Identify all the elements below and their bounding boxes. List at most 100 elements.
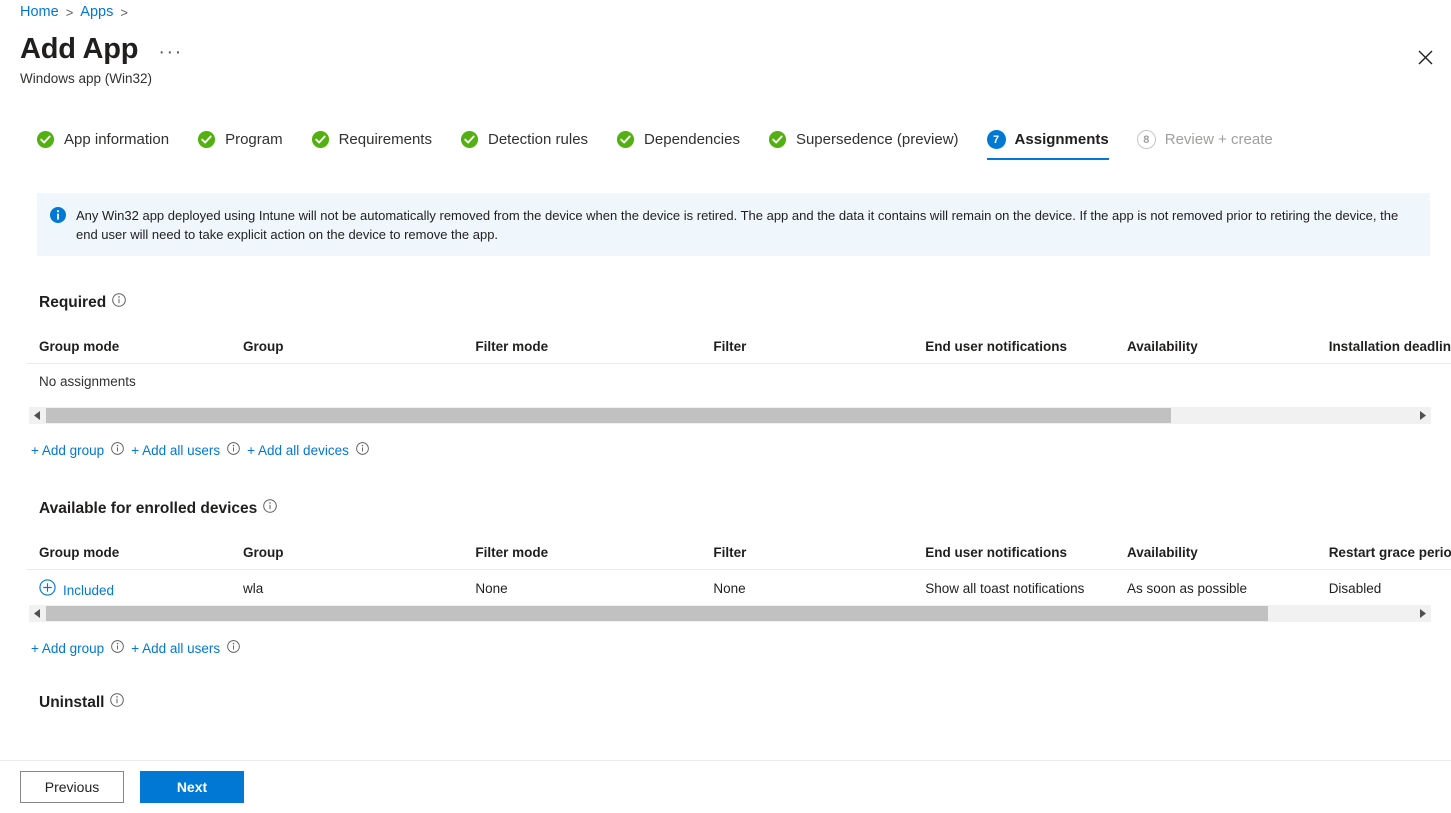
- info-icon[interactable]: [110, 693, 125, 712]
- tab-label: Supersedence (preview): [795, 131, 959, 148]
- step-number-badge: 8: [1136, 130, 1156, 149]
- scroll-right-arrow-icon[interactable]: [1414, 407, 1431, 424]
- cell-restart-grace-period[interactable]: Disabled: [1316, 569, 1451, 605]
- available-add-links: + Add group + Add all users: [0, 640, 1451, 656]
- check-circle-icon: [36, 130, 55, 149]
- tab-label: Program: [225, 131, 283, 148]
- info-icon[interactable]: [356, 442, 369, 458]
- page-title-row: Add App ···: [20, 32, 187, 66]
- info-icon[interactable]: [111, 640, 125, 656]
- column-header[interactable]: Installation deadline: [1316, 333, 1451, 364]
- tab-requirements[interactable]: Requirements: [297, 130, 446, 160]
- group-mode-label: Included: [63, 582, 115, 598]
- column-header[interactable]: Group: [231, 333, 464, 364]
- scroll-left-arrow-icon[interactable]: [29, 407, 46, 424]
- scroll-left-arrow-icon[interactable]: [29, 605, 46, 622]
- tab-supersedence[interactable]: Supersedence (preview): [754, 130, 973, 160]
- assignments-scroll-area[interactable]: Required Group mode Group Filter mode Fi…: [0, 275, 1451, 760]
- info-banner-text: Any Win32 app deployed using Intune will…: [76, 208, 1399, 242]
- tab-assignments[interactable]: 7 Assignments: [973, 130, 1123, 160]
- add-all-users-link[interactable]: + Add all users: [131, 641, 220, 656]
- required-horizontal-scrollbar[interactable]: [29, 407, 1431, 424]
- cell-filter-mode[interactable]: None: [463, 569, 702, 605]
- check-circle-icon: [768, 130, 787, 149]
- available-table: Group mode Group Filter mode Filter End …: [27, 539, 1451, 605]
- table-header-row: Group mode Group Filter mode Filter End …: [27, 539, 1451, 570]
- column-header[interactable]: End user notifications: [913, 539, 1115, 570]
- info-icon[interactable]: [263, 499, 278, 518]
- plus-circle-icon: [39, 579, 56, 601]
- previous-button[interactable]: Previous: [20, 771, 124, 803]
- wizard-steps: App information Program Requirements Det…: [22, 130, 1287, 172]
- info-icon[interactable]: [111, 442, 125, 458]
- tab-label: App information: [64, 131, 170, 148]
- available-table-wrap: Group mode Group Filter mode Filter End …: [0, 539, 1451, 605]
- available-horizontal-scrollbar[interactable]: [29, 605, 1431, 622]
- add-group-link[interactable]: + Add group: [31, 443, 104, 458]
- close-icon[interactable]: [1409, 41, 1441, 73]
- check-circle-icon: [616, 130, 635, 149]
- column-header[interactable]: Restart grace period: [1316, 539, 1451, 570]
- add-all-devices-link[interactable]: + Add all devices: [247, 443, 349, 458]
- cell-end-user-notifications[interactable]: Show all toast notifications: [913, 569, 1115, 605]
- cell-group: wla: [231, 569, 464, 605]
- tab-program[interactable]: Program: [183, 130, 297, 160]
- column-header[interactable]: Availability: [1114, 539, 1317, 570]
- tab-label: Assignments: [1014, 131, 1109, 148]
- breadcrumb-item-apps[interactable]: Apps: [80, 4, 113, 20]
- required-table: Group mode Group Filter mode Filter End …: [27, 333, 1451, 364]
- cell-group-mode[interactable]: Included: [27, 569, 231, 605]
- column-header[interactable]: Group mode: [27, 333, 231, 364]
- wizard-footer: Previous Next: [0, 760, 1451, 813]
- check-circle-icon: [460, 130, 479, 149]
- breadcrumb: Home > Apps >: [20, 4, 128, 20]
- info-icon[interactable]: [227, 442, 240, 458]
- scrollbar-track[interactable]: [46, 407, 1414, 424]
- scroll-right-arrow-icon[interactable]: [1414, 605, 1431, 622]
- column-header[interactable]: Filter: [701, 333, 914, 364]
- add-group-link[interactable]: + Add group: [31, 641, 104, 656]
- column-header[interactable]: Group mode: [27, 539, 231, 570]
- info-icon[interactable]: [227, 640, 240, 656]
- column-header[interactable]: Filter mode: [463, 539, 702, 570]
- section-heading-uninstall: Uninstall: [0, 693, 1451, 712]
- table-row[interactable]: Included wla None None Show all toast no…: [27, 569, 1451, 605]
- tab-label: Detection rules: [487, 131, 589, 148]
- next-button[interactable]: Next: [140, 771, 244, 803]
- add-app-blade: Home > Apps > Add App ··· Windows app (W…: [0, 0, 1451, 813]
- column-header[interactable]: Group: [231, 539, 464, 570]
- page-subtitle: Windows app (Win32): [20, 71, 153, 86]
- column-header[interactable]: Availability: [1114, 333, 1317, 364]
- tab-label: Dependencies: [644, 131, 740, 148]
- scrollbar-track[interactable]: [46, 605, 1414, 622]
- tab-label: Requirements: [338, 131, 432, 148]
- add-all-users-link[interactable]: + Add all users: [131, 443, 220, 458]
- column-header[interactable]: End user notifications: [913, 333, 1115, 364]
- scrollbar-thumb[interactable]: [46, 606, 1268, 621]
- breadcrumb-separator: >: [65, 4, 74, 20]
- required-table-wrap: Group mode Group Filter mode Filter End …: [0, 333, 1451, 400]
- scrollbar-thumb[interactable]: [46, 408, 1171, 423]
- step-number-badge: 7: [986, 130, 1006, 149]
- breadcrumb-separator: >: [120, 4, 128, 20]
- section-title: Uninstall: [39, 693, 105, 711]
- cell-availability[interactable]: As soon as possible: [1114, 569, 1317, 605]
- column-header[interactable]: Filter: [701, 539, 914, 570]
- section-heading-available: Available for enrolled devices: [0, 499, 1451, 518]
- section-heading-required: Required: [0, 293, 1451, 312]
- tab-app-information[interactable]: App information: [22, 130, 183, 160]
- tab-detection-rules[interactable]: Detection rules: [446, 130, 602, 160]
- section-title: Required: [39, 293, 107, 311]
- tab-review-create[interactable]: 8 Review + create: [1123, 130, 1287, 160]
- table-header-row: Group mode Group Filter mode Filter End …: [27, 333, 1451, 364]
- check-circle-icon: [311, 130, 330, 149]
- tab-label: Review + create: [1164, 131, 1273, 148]
- info-icon[interactable]: [112, 293, 126, 312]
- page-title: Add App: [20, 33, 139, 65]
- required-empty-text: No assignments: [39, 374, 136, 389]
- column-header[interactable]: Filter mode: [463, 333, 702, 364]
- cell-filter[interactable]: None: [701, 569, 914, 605]
- breadcrumb-item-home[interactable]: Home: [20, 4, 59, 20]
- tab-dependencies[interactable]: Dependencies: [602, 130, 754, 160]
- more-options-button[interactable]: ···: [154, 42, 186, 62]
